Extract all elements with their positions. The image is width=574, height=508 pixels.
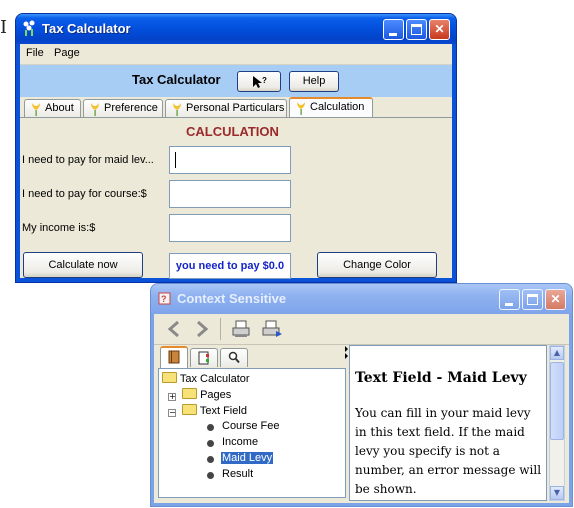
course-fee-input[interactable] [169, 180, 291, 208]
tree-node-course-fee[interactable]: Course Fee [222, 420, 279, 432]
tree-node-result[interactable]: Result [222, 468, 253, 480]
svg-text:?: ? [262, 76, 267, 85]
tree-node-text-field[interactable]: Text Field [182, 404, 247, 417]
expand-icon[interactable]: + [168, 393, 176, 401]
calculate-now-button[interactable]: Calculate now [23, 252, 143, 278]
income-input[interactable] [169, 214, 291, 242]
index-icon [198, 351, 209, 365]
folder-open-icon [162, 372, 177, 383]
help-book-icon: ? [158, 292, 171, 305]
context-titlebar[interactable]: ? Context Sensitive ✕ [151, 284, 572, 314]
banner-title: Tax Calculator [132, 72, 221, 87]
topic-bullet-icon [207, 472, 214, 479]
context-sensitive-window: ? Context Sensitive ✕ Tax Calculator + P… [151, 284, 572, 506]
tax-titlebar[interactable]: Tax Calculator ✕ [16, 14, 456, 44]
context-help-button[interactable]: ? [237, 71, 281, 92]
income-label: My income is:$ [22, 222, 96, 234]
menu-bar: File Page [20, 44, 452, 65]
forward-arrow-icon[interactable] [194, 320, 210, 338]
back-arrow-icon[interactable] [166, 320, 182, 338]
tab-about[interactable]: About [24, 99, 81, 117]
maximize-icon [527, 294, 538, 305]
print-icon[interactable] [231, 319, 251, 339]
tab-personal-particulars[interactable]: Personal Particulars [165, 99, 287, 117]
tax-window-title: Tax Calculator [42, 21, 131, 36]
tulip-icon [91, 103, 99, 116]
page-setup-icon[interactable] [261, 319, 283, 339]
text-cursor-icon: I [0, 17, 8, 38]
tax-calculator-window: Tax Calculator ✕ File Page Tax Calculato… [16, 14, 456, 282]
topic-bullet-icon [207, 424, 214, 431]
help-body-text: You can fill in your maid levy in this t… [355, 406, 542, 496]
context-window-title: Context Sensitive [177, 291, 287, 306]
scroll-thumb[interactable] [550, 362, 564, 440]
tulip-icon [32, 103, 40, 116]
close-icon: ✕ [434, 22, 445, 36]
navigator-tabs [158, 346, 346, 368]
context-minimize-button[interactable] [499, 289, 520, 310]
chevron-up-icon: ▲ [553, 348, 561, 357]
tulip-icon [173, 103, 181, 116]
folder-open-icon [182, 404, 197, 415]
menu-page[interactable]: Page [54, 47, 80, 59]
course-fee-label: I need to pay for course:$ [22, 188, 147, 200]
tab-search[interactable] [220, 348, 248, 367]
header-banner: Tax Calculator ? Help [20, 65, 452, 97]
tab-about-label: About [45, 102, 74, 114]
tab-strip: About Preference Personal Particulars Ca… [20, 97, 452, 118]
topic-bullet-icon [207, 456, 214, 463]
help-button[interactable]: Help [289, 71, 339, 92]
tree-node-pages[interactable]: Pages [182, 388, 231, 401]
input-caret [175, 152, 176, 168]
tree-node-maid-levy[interactable]: Maid Levy [221, 452, 274, 464]
close-icon: ✕ [550, 292, 561, 306]
app-flower-icon [23, 20, 35, 36]
help-content-pane: Text Field - Maid Levy You can fill in y… [349, 345, 547, 501]
menu-file[interactable]: File [26, 47, 44, 59]
tab-calculation[interactable]: Calculation [289, 97, 373, 118]
tree-node-tax-calculator[interactable]: Tax Calculator [162, 372, 250, 385]
context-maximize-button[interactable] [522, 289, 543, 310]
maid-levy-input[interactable] [169, 146, 291, 174]
result-display: you need to pay $0.0 [169, 253, 291, 279]
tab-toc[interactable] [160, 346, 188, 368]
toolbar-divider [220, 318, 221, 340]
context-close-button[interactable]: ✕ [545, 289, 566, 310]
book-icon [168, 350, 180, 364]
change-color-button[interactable]: Change Color [317, 252, 437, 278]
chevron-down-icon: ▼ [553, 488, 561, 497]
tulip-icon [297, 102, 305, 115]
calculation-panel: CALCULATION I need to pay for maid lev..… [20, 117, 452, 279]
tab-index[interactable] [190, 348, 218, 367]
folder-icon [182, 388, 197, 399]
help-toolbar [154, 314, 569, 345]
tab-preference-label: Preference [104, 102, 158, 114]
search-icon [228, 351, 240, 364]
maid-levy-label: I need to pay for maid lev... [22, 154, 154, 166]
section-title: CALCULATION [186, 124, 279, 139]
scroll-up-button[interactable]: ▲ [550, 346, 564, 360]
scroll-down-button[interactable]: ▼ [550, 486, 564, 500]
minimize-icon [505, 303, 513, 306]
minimize-icon [389, 33, 397, 36]
maximize-icon [411, 24, 422, 35]
close-button[interactable]: ✕ [429, 19, 450, 40]
maximize-button[interactable] [406, 19, 427, 40]
tab-preference[interactable]: Preference [83, 99, 163, 117]
help-heading: Text Field - Maid Levy [355, 370, 527, 386]
minimize-button[interactable] [383, 19, 404, 40]
help-toc-tree: Tax Calculator + Pages − Text Field Cour… [158, 368, 346, 498]
help-scrollbar[interactable]: ▲ ▼ [549, 345, 565, 501]
context-help-arrow-icon: ? [253, 76, 267, 88]
tab-calculation-label: Calculation [310, 101, 365, 113]
tree-node-income[interactable]: Income [222, 436, 258, 448]
tab-personal-particulars-label: Personal Particulars [186, 102, 285, 114]
collapse-icon[interactable]: − [168, 409, 176, 417]
topic-bullet-icon [207, 440, 214, 447]
svg-text:?: ? [161, 294, 167, 304]
